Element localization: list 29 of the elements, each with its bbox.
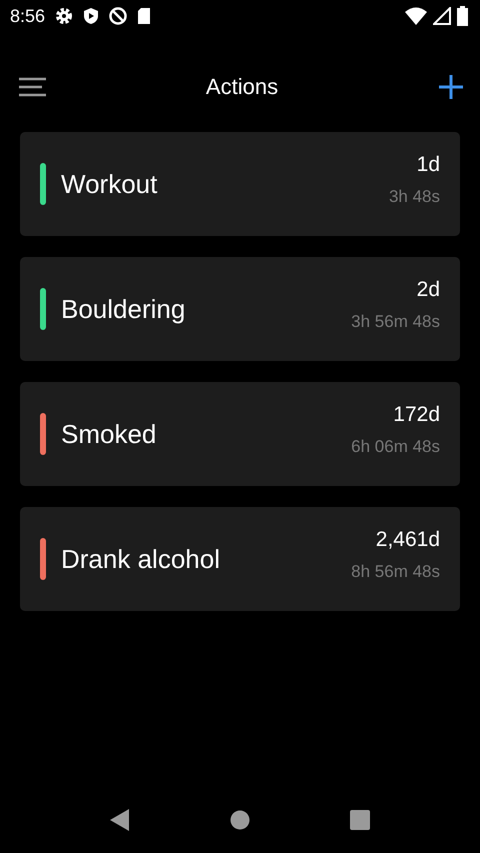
action-name: Drank alcohol xyxy=(61,544,221,574)
elapsed-time: 3h 56m 48s xyxy=(351,312,440,332)
action-name: Smoked xyxy=(61,418,158,450)
action-card[interactable]: Drank alcohol 2,461d 8h 56m 48s xyxy=(20,507,460,611)
elapsed-time: 3h 48s xyxy=(388,187,440,207)
home-button[interactable] xyxy=(230,810,250,830)
action-name: Workout xyxy=(61,168,158,200)
elapsed-time: 8h 56m 48s xyxy=(351,562,440,582)
screen-title: Actions xyxy=(206,74,278,100)
action-card[interactable]: Smoked 172d 6h 06m 48s xyxy=(20,382,460,486)
days-count: 2,461d xyxy=(376,528,440,552)
blocked-icon xyxy=(109,7,128,25)
clock-time: 8:56 xyxy=(10,6,46,26)
add-button[interactable] xyxy=(436,72,466,102)
sd-card-icon xyxy=(137,7,152,25)
days-count: 1d xyxy=(416,153,440,177)
signal-icon xyxy=(433,7,451,25)
action-card[interactable]: Bouldering 2d 3h 56m 48s xyxy=(20,257,460,361)
days-count: 172d xyxy=(393,403,440,427)
action-card[interactable]: Workout 1d 3h 48s xyxy=(20,132,460,236)
days-count: 2d xyxy=(416,278,440,302)
back-button[interactable] xyxy=(110,809,130,831)
settings-icon xyxy=(55,7,74,25)
shield-icon xyxy=(83,7,100,25)
menu-button[interactable] xyxy=(18,77,48,97)
elapsed-time: 6h 06m 48s xyxy=(351,437,440,457)
wifi-icon xyxy=(405,7,427,25)
action-name: Bouldering xyxy=(61,294,186,324)
battery-icon xyxy=(457,6,468,26)
